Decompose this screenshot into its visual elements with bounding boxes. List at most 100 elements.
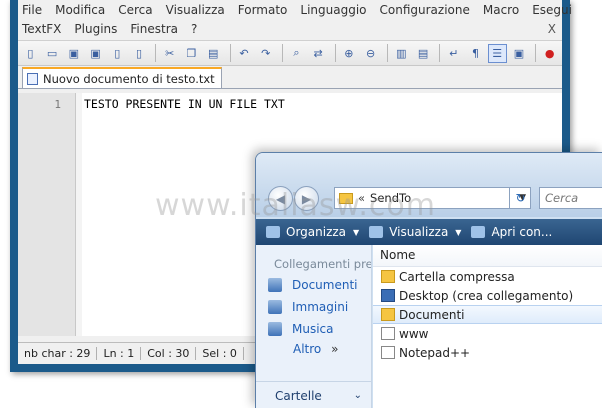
user-language-icon[interactable]: ▣	[510, 44, 529, 63]
favorite-label: Immagini	[292, 299, 349, 314]
document-tab-label: Nuovo documento di testo.txt	[43, 71, 215, 86]
close-all-icon[interactable]: ▯	[130, 44, 149, 63]
new-file-icon[interactable]: ▯	[21, 44, 40, 63]
toolbar-separator	[439, 44, 441, 62]
menu-cerca[interactable]: Cerca	[118, 3, 152, 17]
open-with-icon	[471, 226, 486, 238]
find-icon[interactable]: ⌕	[287, 44, 306, 63]
shortcut-icon	[381, 327, 395, 340]
folder-icon	[339, 192, 353, 204]
menu-textfx[interactable]: TextFX	[22, 22, 61, 36]
address-bar[interactable]: « SendTo ▼	[334, 187, 531, 209]
menu-finestra[interactable]: Finestra	[130, 22, 178, 36]
list-item[interactable]: Cartella compressa	[373, 267, 602, 286]
menu-formato[interactable]: Formato	[238, 3, 288, 17]
menu-bar-row-2: TextFX Plugins Finestra ? X	[18, 19, 562, 38]
close-document-button[interactable]: X	[548, 22, 556, 36]
menu-configurazione[interactable]: Configurazione	[380, 3, 470, 17]
menu-visualizza[interactable]: Visualizza	[166, 3, 225, 17]
line-number: 1	[54, 98, 61, 111]
menu-file[interactable]: File	[22, 3, 42, 17]
folder-icon	[381, 308, 395, 321]
toolbar-separator	[229, 44, 231, 62]
word-wrap-icon[interactable]: ↵	[444, 44, 463, 63]
paste-icon[interactable]: ▤	[204, 44, 223, 63]
favorite-musica[interactable]: Musica	[256, 320, 371, 337]
file-name: www	[399, 326, 429, 341]
navigation-buttons: ◀ ▶	[268, 186, 320, 211]
search-input[interactable]: Cerca	[539, 187, 602, 209]
menu-modifica[interactable]: Modifica	[55, 3, 105, 17]
save-all-icon[interactable]: ▣	[86, 44, 105, 63]
favorite-label: Documenti	[292, 277, 358, 292]
toolbar-separator	[334, 44, 336, 62]
altro-link[interactable]: Altro »	[256, 342, 371, 356]
menu-help[interactable]: ?	[191, 22, 197, 36]
chevron-down-icon: ▼	[353, 227, 360, 237]
list-item[interactable]: Desktop (crea collegamento)	[373, 286, 602, 305]
back-button[interactable]: ◀	[268, 186, 293, 211]
show-all-characters-icon[interactable]: ¶	[466, 44, 485, 63]
status-line: Ln : 1	[97, 347, 142, 360]
zip-folder-icon	[381, 270, 395, 283]
explorer-dialog: ◀ ▶ « SendTo ▼ ↻ Cerca Organizza ▼ Visua…	[255, 152, 602, 408]
favorites-header: Collegamenti preferiti	[274, 257, 371, 271]
file-name: Cartella compressa	[399, 269, 515, 284]
file-name: Documenti	[399, 307, 465, 322]
desktop-icon	[381, 289, 395, 302]
menu-macro[interactable]: Macro	[483, 3, 519, 17]
cut-icon[interactable]: ✂	[160, 44, 179, 63]
copy-icon[interactable]: ❐	[182, 44, 201, 63]
document-tab[interactable]: Nuovo documento di testo.txt	[22, 67, 222, 88]
menu-bar: File Modifica Cerca Visualizza Formato L…	[18, 0, 572, 19]
zoom-out-icon[interactable]: ⊖	[361, 44, 380, 63]
address-overflow-icon[interactable]: «	[358, 191, 365, 205]
chevron-down-icon: ⌄	[353, 390, 362, 401]
sync-horizontal-icon[interactable]: ▤	[414, 44, 433, 63]
organize-icon	[266, 226, 280, 238]
views-icon	[369, 226, 384, 238]
favorite-documenti[interactable]: Documenti	[256, 276, 371, 293]
menu-esegui[interactable]: Esegui	[532, 3, 572, 17]
close-file-icon[interactable]: ▯	[108, 44, 127, 63]
menu-linguaggio[interactable]: Linguaggio	[300, 3, 366, 17]
favorite-label: Musica	[292, 321, 334, 336]
open-file-icon[interactable]: ▭	[43, 44, 62, 63]
apri-con-label: Apri con...	[491, 225, 553, 239]
address-path[interactable]: SendTo	[370, 191, 411, 205]
menu-plugins[interactable]: Plugins	[74, 22, 117, 36]
tab-bar: Nuovo documento di testo.txt	[18, 66, 562, 89]
save-icon[interactable]: ▣	[64, 44, 83, 63]
visualizza-label: Visualizza	[389, 225, 449, 239]
pictures-icon	[268, 299, 282, 314]
organizza-button[interactable]: Organizza ▼	[266, 225, 359, 239]
file-name: Desktop (crea collegamento)	[399, 288, 574, 303]
record-macro-icon[interactable]: ●	[540, 44, 559, 63]
document-icon	[27, 72, 38, 85]
music-icon	[268, 321, 282, 336]
redo-icon[interactable]: ↷	[256, 44, 275, 63]
folders-toggle[interactable]: Cartelle ⌄	[256, 381, 372, 408]
column-header-name[interactable]: Nome	[373, 245, 602, 267]
refresh-icon[interactable]: ↻	[509, 187, 531, 209]
list-item[interactable]: www	[373, 324, 602, 343]
replace-icon[interactable]: ⇄	[309, 44, 328, 63]
list-item-selected[interactable]: Documenti	[373, 305, 602, 324]
toolbar-separator	[535, 44, 537, 62]
favorite-immagini[interactable]: Immagini	[256, 298, 371, 315]
toolbar-separator	[282, 44, 284, 62]
sync-vertical-icon[interactable]: ▥	[392, 44, 411, 63]
undo-icon[interactable]: ↶	[235, 44, 254, 63]
visualizza-button[interactable]: Visualizza ▼	[369, 225, 461, 239]
forward-button[interactable]: ▶	[294, 186, 319, 211]
line-number-gutter: 1	[18, 93, 76, 336]
status-char-count: nb char : 29	[18, 347, 98, 360]
folders-label: Cartelle	[275, 388, 322, 403]
status-column: Col : 30	[141, 347, 197, 360]
list-item[interactable]: Notepad++	[373, 343, 602, 362]
apri-con-button[interactable]: Apri con...	[471, 225, 552, 239]
file-name: Notepad++	[399, 345, 471, 360]
indent-guide-icon[interactable]: ☰	[487, 43, 507, 63]
altro-label: Altro	[293, 342, 322, 356]
zoom-in-icon[interactable]: ⊕	[339, 44, 358, 63]
